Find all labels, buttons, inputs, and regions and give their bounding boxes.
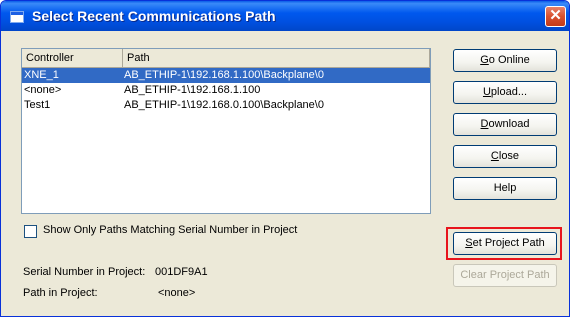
close-window-button[interactable]: ✕ [545, 6, 566, 27]
path-in-project-label: Path in Project: [23, 287, 98, 299]
table-row[interactable]: Test1 AB_ETHIP-1\192.168.0.100\Backplane… [22, 98, 430, 113]
path-cell: AB_ETHIP-1\192.168.1.100 [124, 84, 261, 96]
controller-cell: XNE_1 [24, 69, 59, 81]
title-bar[interactable]: Select Recent Communications Path ✕ [1, 1, 569, 31]
show-only-matching-checkbox[interactable] [24, 225, 37, 238]
path-cell: AB_ETHIP-1\192.168.1.100\Backplane\0 [124, 69, 324, 81]
help-button[interactable]: Help [453, 177, 557, 200]
path-cell: AB_ETHIP-1\192.168.0.100\Backplane\0 [124, 99, 324, 111]
show-only-matching-label[interactable]: Show Only Paths Matching Serial Number i… [43, 224, 297, 236]
column-header-path[interactable]: Path [123, 49, 430, 67]
serial-number-label: Serial Number in Project: [23, 266, 146, 278]
window-icon [10, 11, 24, 23]
list-header: Controller Path [22, 49, 430, 68]
controller-cell: <none> [24, 84, 62, 96]
go-online-button[interactable]: Go Online [453, 49, 557, 72]
column-header-controller[interactable]: Controller [22, 49, 123, 67]
dialog-window: Select Recent Communications Path ✕ Cont… [0, 0, 570, 317]
serial-number-value: 001DF9A1 [155, 266, 208, 278]
download-button[interactable]: Download [453, 113, 557, 136]
clear-project-path-button: Clear Project Path [453, 264, 557, 287]
table-row[interactable]: <none> AB_ETHIP-1\192.168.1.100 [22, 83, 430, 98]
recent-paths-list[interactable]: Controller Path XNE_1 AB_ETHIP-1\192.168… [21, 48, 431, 214]
set-project-path-button[interactable]: Set Project Path [453, 232, 557, 255]
path-in-project-value: <none> [158, 287, 196, 299]
table-row[interactable]: XNE_1 AB_ETHIP-1\192.168.1.100\Backplane… [22, 68, 430, 83]
window-title: Select Recent Communications Path [32, 8, 276, 24]
close-icon: ✕ [549, 7, 562, 24]
close-button[interactable]: Close [453, 145, 557, 168]
controller-cell: Test1 [24, 99, 51, 111]
upload-button[interactable]: Upload... [453, 81, 557, 104]
